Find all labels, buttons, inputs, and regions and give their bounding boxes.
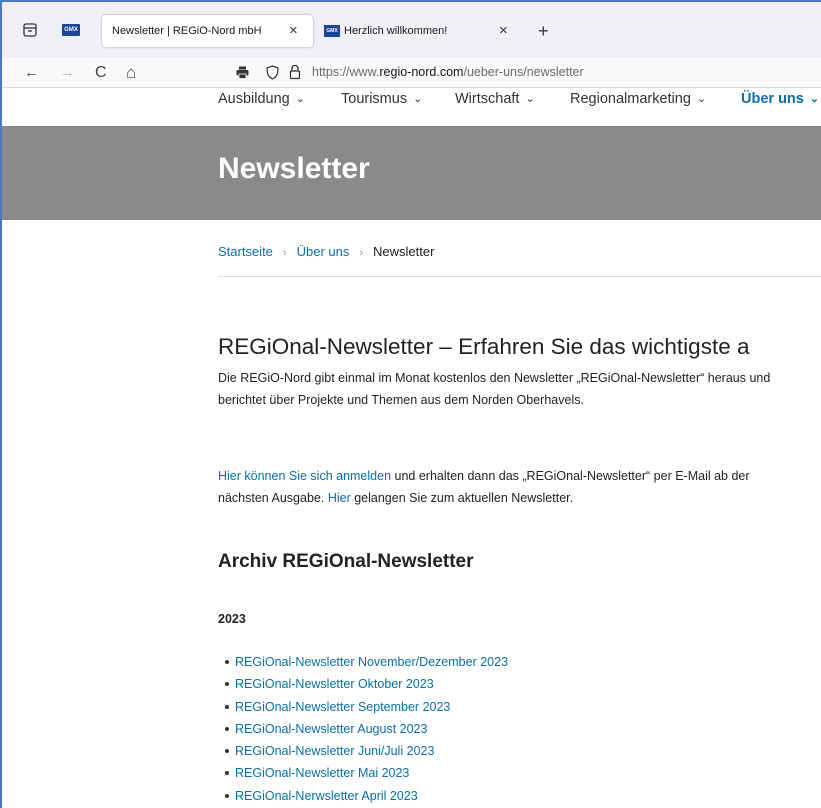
bullet-icon xyxy=(225,704,229,709)
bullet-icon xyxy=(225,793,229,798)
address-bar[interactable]: https://www.regio-nord.com/ueber-uns/new… xyxy=(230,60,821,86)
menu-label: Regionalmarketing xyxy=(570,91,691,107)
menu-item-tourismus[interactable]: Tourismus ⌄ xyxy=(341,91,422,107)
bullet-icon xyxy=(225,749,229,754)
breadcrumb: Startseite › Über uns › Newsletter xyxy=(218,244,434,259)
list-item: REGiOnal-Newsletter November/Dezember 20… xyxy=(225,651,508,673)
home-button[interactable]: ⌂ xyxy=(126,62,136,84)
archive-link-nov-dez-2023[interactable]: REGiOnal-Newsletter November/Dezember 20… xyxy=(235,655,508,669)
bullet-icon xyxy=(225,682,229,687)
archive-list: REGiOnal-Newsletter November/Dezember 20… xyxy=(225,651,508,807)
url-text[interactable]: https://www.regio-nord.com/ueber-uns/new… xyxy=(312,65,584,79)
bullet-icon xyxy=(225,771,229,776)
page-hero-banner: Newsletter xyxy=(2,126,821,220)
chevron-down-icon: ⌄ xyxy=(696,93,707,105)
tab-close-icon[interactable]: × xyxy=(289,15,298,47)
menu-item-wirtschaft[interactable]: Wirtschaft ⌄ xyxy=(455,91,535,107)
menu-label: Tourismus xyxy=(341,91,408,107)
tab-title: Newsletter | REGiO-Nord mbH xyxy=(112,25,262,37)
site-main-menu: Ausbildung ⌄ Tourismus ⌄ Wirtschaft ⌄ Regio… xyxy=(2,88,821,126)
reload-button[interactable]: C xyxy=(95,62,107,84)
signup-text-line2-end: gelangen Sie zum aktuellen Newsletter. xyxy=(350,491,574,505)
current-newsletter-link[interactable]: Hier xyxy=(328,491,351,505)
intro-text-line2: berichtet über Projekte und Themen aus d… xyxy=(218,393,584,407)
new-tab-button[interactable]: + xyxy=(538,21,549,41)
breadcrumb-current: Newsletter xyxy=(373,244,435,259)
tab-strip: GMX Newsletter | REGiO-Nord mbH × GMX He… xyxy=(2,2,821,58)
archive-link-apr-2023[interactable]: REGiOnal-Nerwsletter April 2023 xyxy=(235,789,418,803)
page-title: Newsletter xyxy=(218,152,370,185)
menu-label: Wirtschaft xyxy=(455,91,520,107)
lock-icon[interactable] xyxy=(289,64,301,80)
url-host: regio-nord.com xyxy=(379,65,464,79)
signup-text-line2: nächsten Ausgabe. xyxy=(218,491,328,505)
chevron-down-icon: ⌄ xyxy=(525,93,535,105)
url-path: /ueber-uns/newsletter xyxy=(463,65,584,79)
archive-link-mai-2023[interactable]: REGiOnal-Newsletter Mai 2023 xyxy=(235,766,409,780)
chevron-down-icon: ⌄ xyxy=(295,93,305,105)
breadcrumb-divider xyxy=(218,276,821,277)
newsletter-heading: REGiOnal-Newsletter – Erfahren Sie das w… xyxy=(218,334,750,359)
menu-item-regionalmarketing[interactable]: Regionalmarketing ⌄ xyxy=(570,91,706,107)
menu-item-ausbildung[interactable]: Ausbildung ⌄ xyxy=(218,91,305,107)
archive-heading: Archiv REGiOnal-Newsletter xyxy=(218,551,474,572)
list-item: REGiOnal-Newsletter Mai 2023 xyxy=(225,762,508,784)
signup-paragraph: Hier können Sie sich anmelden und erhalt… xyxy=(218,465,821,509)
menu-label: Über uns xyxy=(741,91,804,107)
tracking-protection-shield-icon[interactable] xyxy=(266,65,279,80)
archive-link-sep-2023[interactable]: REGiOnal-Newsletter September 2023 xyxy=(235,700,450,714)
list-item: REGiOnal-Newsletter August 2023 xyxy=(225,718,508,740)
pinned-tab-gmx-icon[interactable]: GMX xyxy=(62,24,80,36)
list-item: REGiOnal-Nerwsletter April 2023 xyxy=(225,785,508,807)
chevron-down-icon: ⌄ xyxy=(413,93,423,105)
signup-text: und erhalten dann das „REGiOnal-Newslett… xyxy=(391,469,750,483)
tab-overview-icon[interactable] xyxy=(22,22,38,38)
navigation-toolbar: ← → C ⌂ https://www.regio-nord.com/ueber… xyxy=(2,58,821,88)
list-item: REGiOnal-Newsletter Juni/Juli 2023 xyxy=(225,740,508,762)
print-icon[interactable] xyxy=(236,66,249,79)
menu-item-ueber-uns[interactable]: Über uns ⌄ xyxy=(741,91,819,107)
intro-paragraph: Die REGiO-Nord gibt einmal im Monat kost… xyxy=(218,367,821,411)
archive-link-okt-2023[interactable]: REGiOnal-Newsletter Oktober 2023 xyxy=(235,677,434,691)
gmx-favicon-icon: GMX xyxy=(324,25,340,37)
archive-year-heading: 2023 xyxy=(218,612,246,626)
tab-title: Herzlich willkommen! xyxy=(344,25,448,37)
tab-herzlich-willkommen[interactable]: GMX Herzlich willkommen! × xyxy=(318,15,548,47)
bullet-icon xyxy=(225,660,229,664)
tab-newsletter[interactable]: Newsletter | REGiO-Nord mbH × xyxy=(102,15,313,47)
chevron-down-icon: ⌄ xyxy=(809,93,820,105)
list-item: REGiOnal-Newsletter Oktober 2023 xyxy=(225,673,508,695)
breadcrumb-ueber-uns-link[interactable]: Über uns xyxy=(297,244,350,259)
list-item: REGiOnal-Newsletter September 2023 xyxy=(225,696,508,718)
forward-button[interactable]: → xyxy=(60,62,75,84)
breadcrumb-separator: › xyxy=(359,247,364,259)
archive-link-aug-2023[interactable]: REGiOnal-Newsletter August 2023 xyxy=(235,722,427,736)
signup-link[interactable]: Hier können Sie sich anmelden xyxy=(218,469,391,483)
intro-text-line1: Die REGiO-Nord gibt einmal im Monat kost… xyxy=(218,371,771,385)
tab-close-icon[interactable]: × xyxy=(499,15,508,47)
archive-link-jun-jul-2023[interactable]: REGiOnal-Newsletter Juni/Juli 2023 xyxy=(235,744,434,758)
breadcrumb-separator: › xyxy=(282,247,287,259)
breadcrumb-home-link[interactable]: Startseite xyxy=(218,244,273,259)
url-scheme: https://www. xyxy=(312,65,380,79)
menu-label: Ausbildung xyxy=(218,91,290,107)
back-button[interactable]: ← xyxy=(24,62,39,84)
bullet-icon xyxy=(225,726,229,731)
